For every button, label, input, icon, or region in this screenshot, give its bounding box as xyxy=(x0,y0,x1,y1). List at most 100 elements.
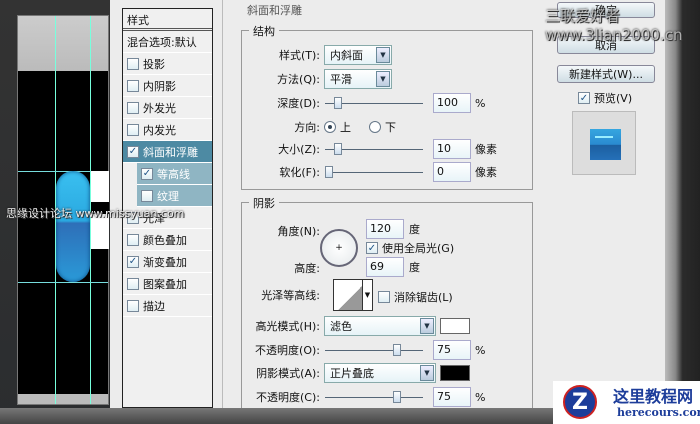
chevron-down-icon: ▼ xyxy=(376,47,390,63)
shadow-mode-select[interactable]: 正片叠底 ▼ xyxy=(324,363,436,383)
style-item[interactable]: 内发光 xyxy=(123,119,212,141)
direction-up-radio[interactable] xyxy=(324,121,336,133)
new-style-button[interactable]: 新建样式(W)... xyxy=(557,65,655,83)
style-label: 样式(T): xyxy=(278,49,320,62)
soften-input[interactable]: 0 xyxy=(433,162,471,182)
style-item-label: 等高线 xyxy=(157,167,190,181)
soften-slider[interactable] xyxy=(325,165,423,179)
shadow-mode-label: 阴影模式(A): xyxy=(256,367,320,380)
style-item-label: 描边 xyxy=(143,299,165,313)
technique-value: 平滑 xyxy=(330,73,352,86)
style-checkbox[interactable] xyxy=(127,57,139,70)
style-item-label: 纹理 xyxy=(157,189,179,203)
style-item[interactable]: 外发光 xyxy=(123,97,212,119)
direction-down-label: 下 xyxy=(385,121,396,134)
style-item[interactable]: ✓ 渐变叠加 xyxy=(123,251,212,273)
style-preview xyxy=(572,111,636,175)
shadow-opacity-slider[interactable] xyxy=(325,390,423,404)
style-checkbox[interactable] xyxy=(127,299,139,312)
style-checkbox[interactable]: ✓ xyxy=(127,145,139,158)
depth-label: 深度(D): xyxy=(277,97,320,110)
style-checkbox[interactable] xyxy=(127,101,139,114)
gloss-contour-picker[interactable]: ▼ xyxy=(333,279,373,311)
highlight-mode-select[interactable]: 滤色 ▼ xyxy=(324,316,436,336)
watermark-top-right: 三联爱好者 www.3lian2000.cn xyxy=(545,7,683,44)
style-item-label: 内发光 xyxy=(143,123,176,137)
altitude-input[interactable]: 69 xyxy=(366,257,404,277)
depth-slider[interactable] xyxy=(325,96,423,110)
highlight-mode-value: 滤色 xyxy=(330,320,352,333)
style-item[interactable]: 投影 xyxy=(123,53,212,75)
preview-label: 预览(V) xyxy=(594,92,633,105)
highlight-opacity-slider[interactable] xyxy=(325,343,423,357)
style-checkbox[interactable] xyxy=(127,123,139,136)
global-light-checkbox[interactable]: ✓ xyxy=(366,242,378,254)
style-item[interactable]: ✓ 等高线 xyxy=(137,163,212,185)
highlight-opacity-label: 不透明度(O): xyxy=(255,344,320,357)
style-item[interactable]: 颜色叠加 xyxy=(123,229,212,251)
z-logo-icon: Z xyxy=(563,385,597,419)
highlight-opacity-input[interactable]: 75 xyxy=(433,340,471,360)
style-item-label: 外发光 xyxy=(143,101,176,115)
altitude-unit: 度 xyxy=(409,261,420,274)
style-item[interactable]: 纹理 xyxy=(137,185,212,207)
blue-pill-shape xyxy=(56,171,90,282)
blending-options[interactable]: 混合选项:默认 xyxy=(123,31,212,53)
depth-input[interactable]: 100 xyxy=(433,93,471,113)
shadow-color-swatch[interactable] xyxy=(440,365,470,381)
chevron-down-icon: ▼ xyxy=(362,280,372,310)
style-checkbox[interactable] xyxy=(127,79,139,92)
structure-title: 结构 xyxy=(249,23,279,39)
style-item[interactable]: 内阴影 xyxy=(123,75,212,97)
style-checkbox[interactable] xyxy=(141,189,153,202)
style-checkbox[interactable] xyxy=(127,233,139,246)
watermark-left: 思缘设计论坛 www.missyuan.com xyxy=(6,207,185,220)
technique-select[interactable]: 平滑 ▼ xyxy=(324,69,392,89)
direction-label: 方向: xyxy=(294,121,320,134)
antialias-checkbox[interactable] xyxy=(378,291,390,303)
watermark-en: herecours.com xyxy=(617,406,700,419)
angle-input[interactable]: 120 xyxy=(366,219,404,239)
global-light-label: 使用全局光(G) xyxy=(382,242,455,255)
size-label: 大小(Z): xyxy=(278,143,320,156)
highlight-color-swatch[interactable] xyxy=(440,318,470,334)
style-item[interactable]: 图案叠加 xyxy=(123,273,212,295)
chevron-down-icon: ▼ xyxy=(420,318,434,334)
antialias-label: 消除锯齿(L) xyxy=(394,291,453,304)
shading-title: 阴影 xyxy=(249,195,279,211)
style-checkbox[interactable]: ✓ xyxy=(141,167,153,180)
style-item-label: 内阴影 xyxy=(143,79,176,93)
style-item-label: 颜色叠加 xyxy=(143,233,187,247)
style-checkbox[interactable] xyxy=(127,277,139,290)
style-item-label: 图案叠加 xyxy=(143,277,187,291)
style-item[interactable]: ✓ 斜面和浮雕 xyxy=(123,141,212,163)
technique-label: 方法(Q): xyxy=(277,73,320,86)
style-item-label: 斜面和浮雕 xyxy=(143,145,198,159)
style-select[interactable]: 内斜面 ▼ xyxy=(324,45,392,65)
shadow-mode-value: 正片叠底 xyxy=(330,367,374,380)
bevel-emboss-panel: 斜面和浮雕 结构 样式(T): 内斜面 ▼ 方法(Q): 平滑 ▼ 深度(D): 1… xyxy=(222,0,535,417)
size-input[interactable]: 10 xyxy=(433,139,471,159)
chevron-down-icon: ▼ xyxy=(376,71,390,87)
depth-unit: % xyxy=(475,96,486,110)
styles-header[interactable]: 样式 xyxy=(123,9,212,31)
soften-unit: 像素 xyxy=(475,166,497,179)
preview-checkbox[interactable]: ✓ xyxy=(578,92,590,104)
altitude-label: 高度: xyxy=(294,262,320,275)
gloss-contour-label: 光泽等高线: xyxy=(261,289,320,302)
size-unit: 像素 xyxy=(475,143,497,156)
chevron-down-icon: ▼ xyxy=(420,365,434,381)
highlight-mode-label: 高光模式(H): xyxy=(255,320,320,333)
size-slider[interactable] xyxy=(325,142,423,156)
style-item[interactable]: 描边 xyxy=(123,295,212,317)
style-item-label: 渐变叠加 xyxy=(143,255,187,269)
style-item-label: 投影 xyxy=(143,57,165,71)
style-value: 内斜面 xyxy=(330,49,363,62)
watermark-bottom-logo: Z 这里教程网 herecours.com xyxy=(553,381,700,424)
window-edge xyxy=(665,0,700,424)
direction-down-radio[interactable] xyxy=(369,121,381,133)
style-checkbox[interactable]: ✓ xyxy=(127,255,139,268)
shadow-opacity-label: 不透明度(C): xyxy=(256,391,320,404)
angle-dial[interactable]: + xyxy=(320,229,358,267)
shadow-opacity-input[interactable]: 75 xyxy=(433,387,471,407)
